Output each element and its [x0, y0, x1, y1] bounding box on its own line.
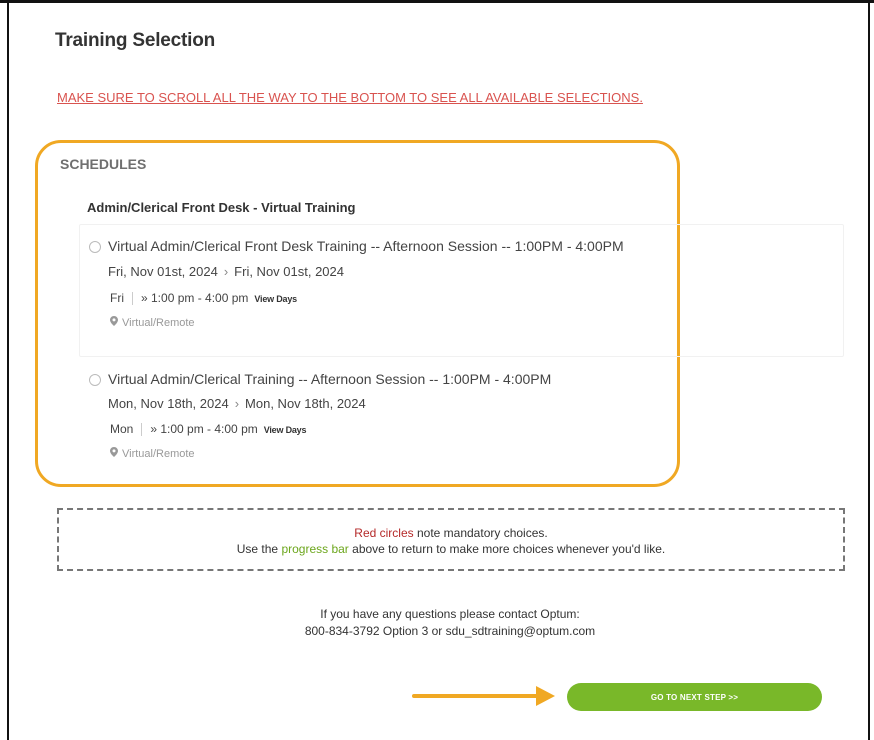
progress-bar-label: progress bar — [281, 542, 349, 556]
schedule-group-title: Admin/Clerical Front Desk - Virtual Trai… — [87, 200, 356, 215]
divider — [132, 292, 133, 306]
schedule-option-2-title[interactable]: Virtual Admin/Clerical Training -- After… — [108, 371, 551, 387]
schedule-option-2-start-date: Mon, Nov 18th, 2024 — [108, 396, 229, 411]
chevron-right-icon: › — [223, 264, 229, 279]
schedule-option-1-view-days-link[interactable]: View Days — [254, 294, 297, 304]
schedule-option-1-radio[interactable] — [89, 241, 101, 253]
schedule-option-2-radio[interactable] — [89, 374, 101, 386]
notes-line-2-post: above to return to make more choices whe… — [348, 542, 666, 556]
schedule-option-2-time: » 1:00 pm - 4:00 pm — [150, 422, 258, 436]
map-pin-icon — [110, 447, 118, 460]
page-title: Training Selection — [55, 30, 216, 51]
red-circles-label: Red circles — [354, 526, 414, 540]
notes-line-1: Red circles note mandatory choices. — [59, 526, 843, 540]
schedule-option-1-time: » 1:00 pm - 4:00 pm — [141, 291, 249, 305]
schedule-option-2-location: Virtual/Remote — [122, 448, 195, 460]
schedule-option-1-day-row: Fri » 1:00 pm - 4:00 pm View Days — [110, 291, 297, 306]
notes-box: Red circles note mandatory choices. Use … — [57, 508, 845, 571]
schedule-option-1-start-date: Fri, Nov 01st, 2024 — [108, 264, 218, 279]
divider — [141, 423, 143, 437]
schedule-option-1-day: Fri — [110, 291, 124, 305]
schedule-option-1-location: Virtual/Remote — [122, 317, 195, 329]
schedule-option-2-location-row: Virtual/Remote — [110, 447, 195, 460]
schedule-option-2-dates: Mon, Nov 18th, 2024 › Mon, Nov 18th, 2024 — [108, 396, 366, 411]
next-step-button[interactable]: GO TO NEXT STEP >> — [567, 683, 822, 711]
map-pin-icon — [110, 316, 118, 329]
schedule-option-1-location-row: Virtual/Remote — [110, 316, 195, 329]
chevron-right-icon: › — [234, 396, 240, 411]
window-border-top — [0, 0, 874, 3]
schedules-label: SCHEDULES — [60, 156, 147, 172]
schedule-option-2-day-row: Mon » 1:00 pm - 4:00 pm View Days — [110, 422, 307, 437]
schedule-option-2-view-days-link[interactable]: View Days — [264, 425, 307, 435]
schedule-option-1-end-date: Fri, Nov 01st, 2024 — [234, 264, 344, 279]
schedule-option-1-title[interactable]: Virtual Admin/Clerical Front Desk Traini… — [108, 238, 624, 254]
schedule-option-1-dates: Fri, Nov 01st, 2024 › Fri, Nov 01st, 2024 — [108, 264, 344, 279]
notes-line-1-text: note mandatory choices. — [413, 526, 548, 540]
notes-line-2-pre: Use the — [236, 542, 282, 556]
schedule-option-2-end-date: Mon, Nov 18th, 2024 — [245, 396, 366, 411]
arrow-right-icon — [412, 686, 555, 706]
contact-line-1: If you have any questions please contact… — [320, 607, 580, 621]
scroll-warning-link[interactable]: MAKE SURE TO SCROLL ALL THE WAY TO THE B… — [57, 90, 643, 105]
notes-line-2: Use the progress bar above to return to … — [59, 542, 843, 556]
contact-line-2: 800-834-3792 Option 3 or sdu_sdtraining@… — [304, 624, 596, 638]
schedule-option-2-day: Mon — [110, 422, 134, 436]
